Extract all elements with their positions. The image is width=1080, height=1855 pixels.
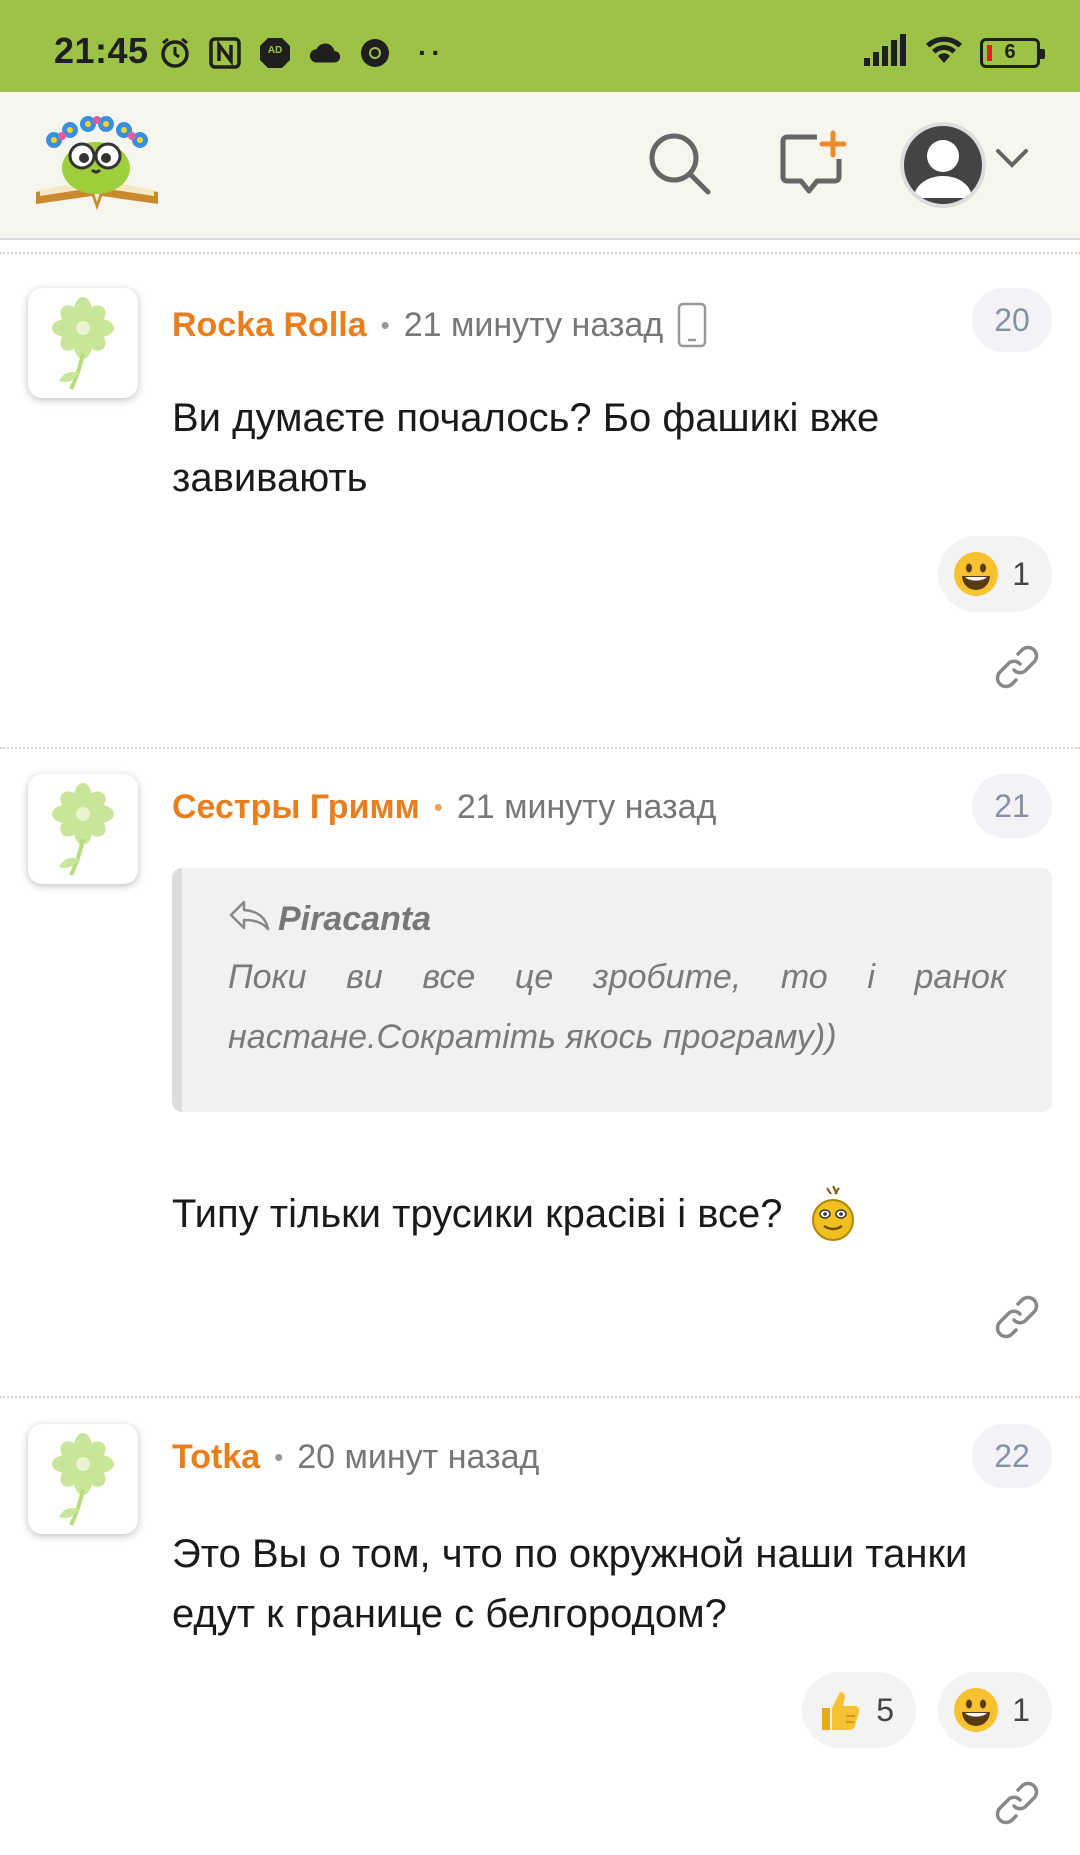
- comment-time: 21 минуту назад: [403, 305, 664, 344]
- reaction-count: 5: [876, 1691, 894, 1728]
- comment-avatar[interactable]: [28, 288, 138, 398]
- comment-number[interactable]: 22: [972, 1424, 1052, 1488]
- link-icon: [994, 1294, 1040, 1345]
- adblock-label: AD: [268, 45, 282, 56]
- profile-menu-toggle[interactable]: [994, 146, 1030, 175]
- comment-number[interactable]: 21: [972, 774, 1052, 838]
- separator-dot: •: [274, 1442, 284, 1472]
- comment-number[interactable]: 20: [972, 288, 1052, 352]
- chrome-icon: [358, 36, 392, 70]
- user-avatar-icon: [904, 140, 982, 204]
- divider: [0, 747, 1080, 749]
- quote-text: Поки ви все це зробите, то і ранок наста…: [228, 947, 1006, 1067]
- comment-item: Rocka Rolla • 21 минуту назад 20 Ви дума…: [0, 288, 1080, 728]
- search-icon: [645, 129, 715, 204]
- comment-author[interactable]: Rocka Rolla: [172, 306, 367, 345]
- comment-author[interactable]: Totka: [172, 1438, 260, 1477]
- quote-author[interactable]: Piracanta: [278, 900, 431, 939]
- separator-dot: •: [433, 792, 443, 822]
- signal-icon: [864, 34, 908, 71]
- divider: [0, 252, 1080, 254]
- permalink-button[interactable]: [992, 1780, 1042, 1830]
- battery-level: 6: [1004, 41, 1016, 63]
- quote-text-line: Поки ви все це зробите, то і ранок: [228, 958, 1006, 996]
- separator-dot: •: [380, 309, 390, 340]
- comment-text: Ви думаєте почалось? Бо фашикі вже завив…: [172, 388, 879, 508]
- comment-text: Это Вы о том, что по окружной наши танки…: [172, 1524, 967, 1644]
- link-icon: [994, 1780, 1040, 1831]
- chat-add-icon: [777, 129, 847, 204]
- comment-avatar[interactable]: [28, 774, 138, 884]
- comment-time: 20 минут назад: [297, 1438, 540, 1476]
- flower-avatar-icon: [52, 1433, 114, 1526]
- profile-button[interactable]: [900, 122, 986, 208]
- permalink-button[interactable]: [992, 1294, 1042, 1344]
- comment-item: Totka • 20 минут назад 22 Это Вы о том, …: [0, 1424, 1080, 1855]
- flower-avatar-icon: [52, 297, 114, 390]
- reaction-count: 1: [1012, 555, 1030, 592]
- comment-text-line: едут к границе с белгородом?: [172, 1592, 727, 1636]
- grinning-face-icon: [952, 550, 1000, 598]
- reaction-grinning[interactable]: 1: [938, 1672, 1052, 1748]
- comment-text: Типу тільки трусики красіві і все?: [172, 1184, 857, 1244]
- reaction-grinning[interactable]: 1: [938, 536, 1052, 612]
- comment-text-line: Типу тільки трусики красіві і все?: [172, 1192, 783, 1236]
- app-header: [0, 92, 1080, 240]
- alarm-icon: [158, 36, 192, 70]
- mobile-device-icon: [677, 302, 707, 348]
- reaction-thumbs-up[interactable]: 5: [802, 1672, 916, 1748]
- grinning-face-icon: [952, 1686, 1000, 1734]
- quote-text-line: настане.Сократіть якось програму)): [228, 1018, 837, 1056]
- chevron-down-icon: [994, 149, 1030, 174]
- more-notifications-icon: ··: [418, 37, 445, 68]
- flower-avatar-icon: [52, 783, 114, 876]
- comment-author[interactable]: Сестры Гримм: [172, 788, 420, 827]
- comment-text-line: завивають: [172, 456, 368, 500]
- thumbs-up-icon: [816, 1686, 864, 1734]
- comment-item: Сестры Гримм • 21 минуту назад 21 Piraca…: [0, 774, 1080, 1374]
- comment-text-line: Ви думаєте почалось? Бо фашикі вже: [172, 396, 880, 440]
- nfc-icon: [208, 36, 242, 70]
- comment-avatar[interactable]: [28, 1424, 138, 1534]
- link-icon: [994, 644, 1040, 695]
- search-button[interactable]: [640, 126, 720, 206]
- adblock-icon: AD: [258, 36, 292, 70]
- reply-arrow-icon: [228, 898, 272, 941]
- divider: [0, 1396, 1080, 1398]
- smiley-emoticon-icon: [809, 1184, 857, 1244]
- new-comment-button[interactable]: [772, 126, 852, 206]
- quoted-reply: Piracanta Поки ви все це зробите, то і р…: [172, 868, 1052, 1112]
- status-time: 21:45: [54, 30, 149, 71]
- status-bar: 21:45 AD ·· 6: [0, 0, 1080, 92]
- battery-icon: 6: [980, 37, 1045, 68]
- reaction-count: 1: [1012, 1691, 1030, 1728]
- permalink-button[interactable]: [992, 644, 1042, 694]
- site-logo[interactable]: [32, 110, 162, 220]
- wifi-icon: [924, 34, 964, 71]
- cloud-icon: [308, 36, 342, 70]
- comment-time: 21 минуту назад: [456, 788, 717, 826]
- comment-text-line: Это Вы о том, что по окружной наши танки: [172, 1532, 968, 1576]
